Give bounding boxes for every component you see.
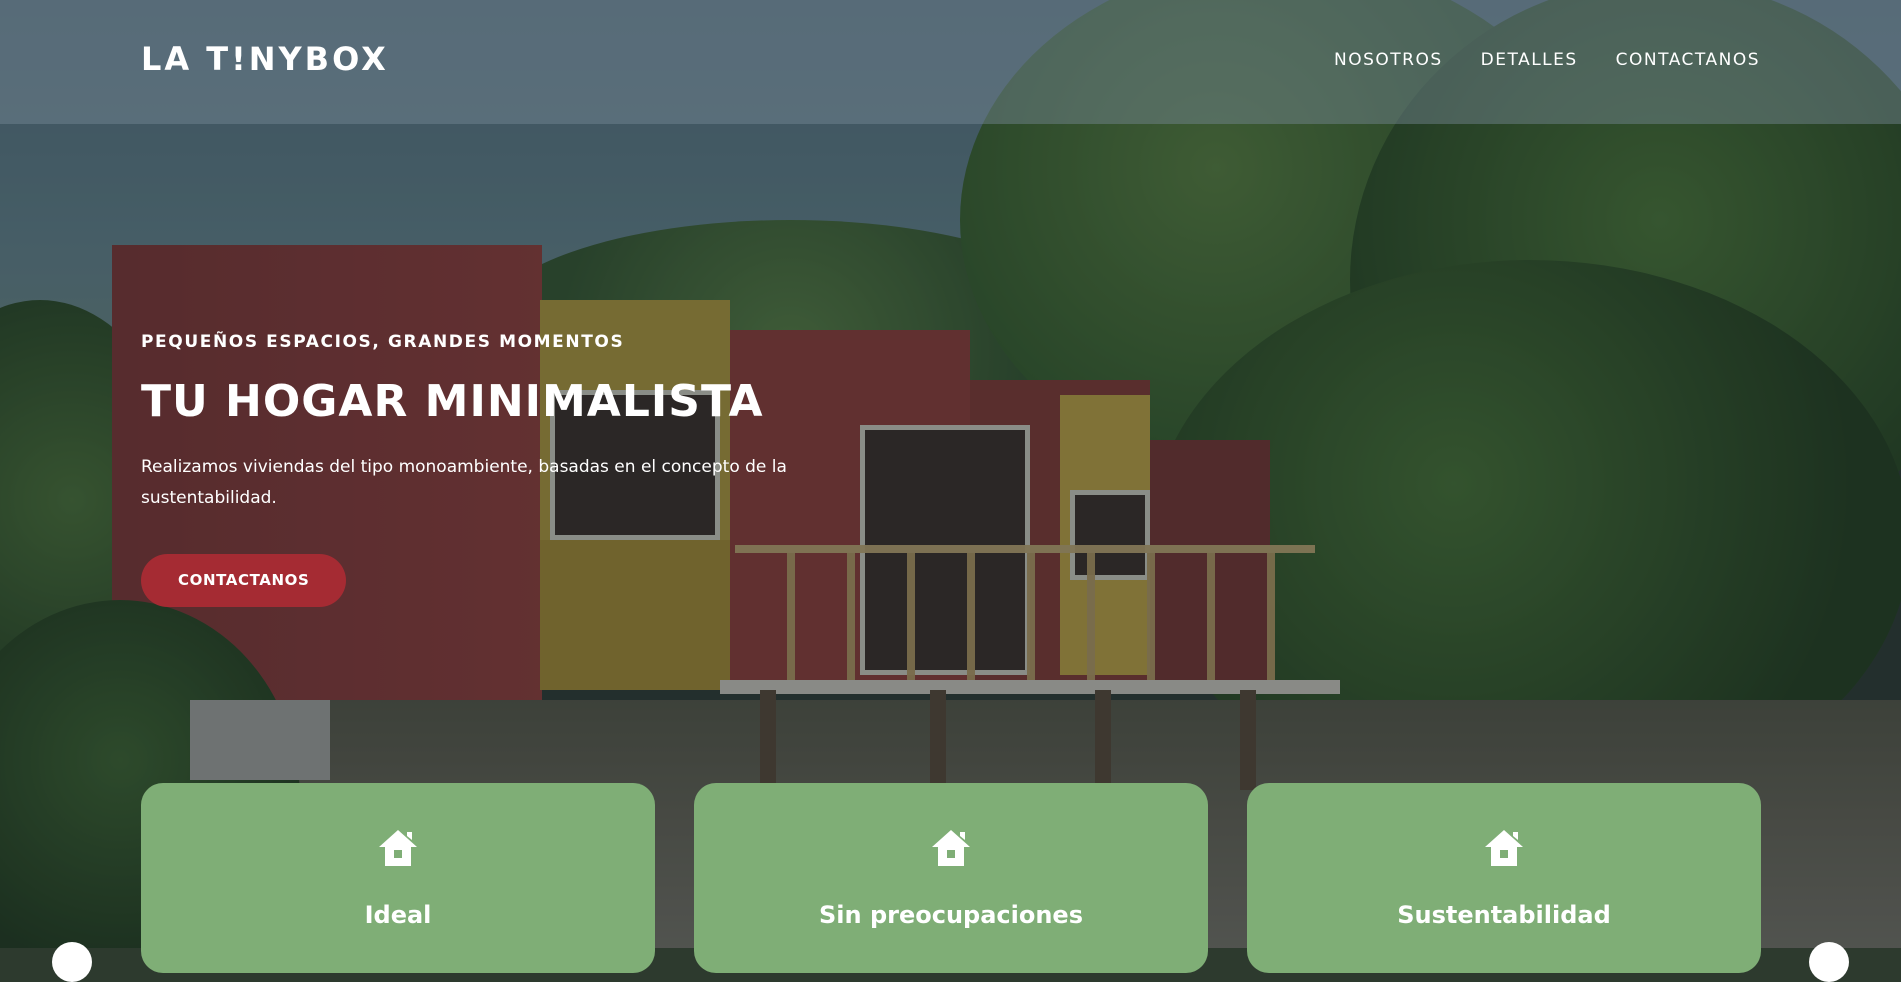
feature-title: Sin preocupaciones: [818, 901, 1083, 929]
house-icon: [932, 830, 970, 866]
hero-headline: TU HOGAR MINIMALISTA: [141, 376, 764, 427]
feature-card-sustentabilidad[interactable]: Sustentabilidad: [1247, 783, 1761, 973]
feature-card-ideal[interactable]: Ideal: [141, 783, 655, 973]
carousel-next-button[interactable]: [1809, 942, 1849, 982]
house-icon: [1485, 830, 1523, 866]
house-icon: [379, 830, 417, 866]
carousel-prev-button[interactable]: [52, 942, 92, 982]
feature-title: Ideal: [364, 901, 432, 929]
feature-title: Sustentabilidad: [1397, 901, 1611, 929]
main-nav: NOSOTROS DETALLES CONTACTANOS: [1334, 50, 1760, 70]
logo[interactable]: LA T!NYBOX: [141, 40, 389, 78]
feature-card-sin-preocupaciones[interactable]: Sin preocupaciones: [694, 783, 1208, 973]
hero-section: PEQUEÑOS ESPACIOS, GRANDES MOMENTOS TU H…: [141, 332, 861, 608]
nav-link-detalles[interactable]: DETALLES: [1481, 50, 1578, 70]
contact-button[interactable]: CONTACTANOS: [141, 554, 347, 608]
hero-description: Realizamos viviendas del tipo monoambien…: [141, 457, 787, 509]
nav-link-contactanos[interactable]: CONTACTANOS: [1616, 50, 1760, 70]
hero-eyebrow: PEQUEÑOS ESPACIOS, GRANDES MOMENTOS: [141, 332, 625, 352]
navbar: LA T!NYBOX NOSOTROS DETALLES CONTACTANOS: [0, 0, 1901, 124]
nav-link-nosotros[interactable]: NOSOTROS: [1334, 50, 1443, 70]
